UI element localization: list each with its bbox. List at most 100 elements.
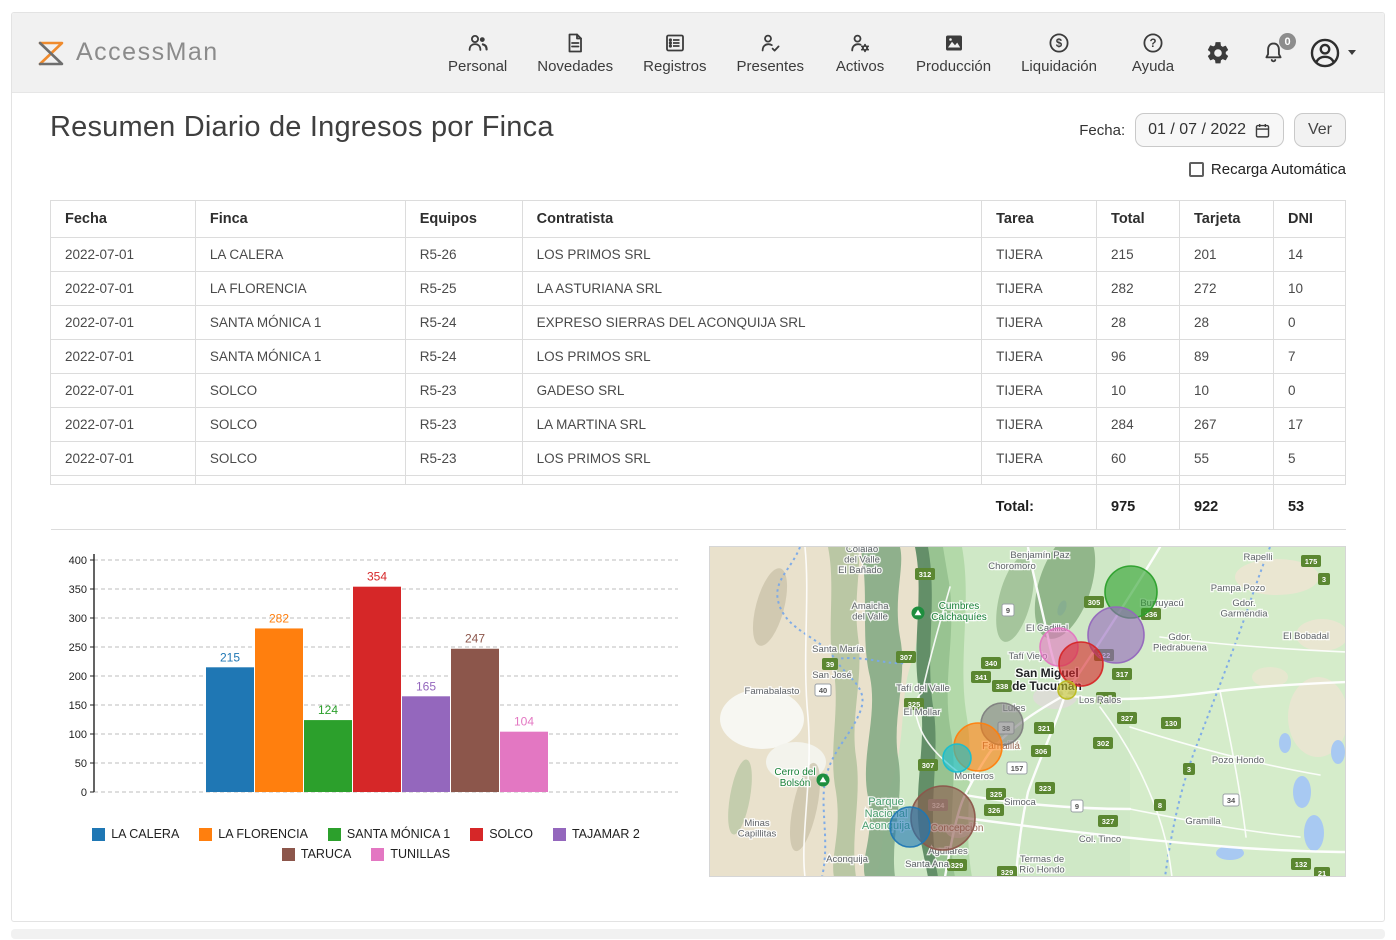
finca-bubble-marker[interactable] [1059, 642, 1103, 686]
svg-text:104: 104 [514, 715, 534, 729]
date-value: 01 / 07 / 2022 [1148, 121, 1246, 139]
autoreload-label: Recarga Automática [1211, 161, 1346, 178]
table-row: 2022-07-01SOLCOR5-23LA MARTINA SRLTIJERA… [51, 408, 1346, 442]
map-place-label: del Valle [844, 555, 880, 566]
finca-bubble-marker[interactable] [890, 807, 930, 847]
chart-legend: LA CALERALA FLORENCIASANTA MÓNICA 1SOLCO… [56, 827, 676, 861]
table-cell: R5-26 [405, 238, 522, 272]
legend-swatch [328, 828, 341, 841]
table-cell: 267 [1180, 408, 1274, 442]
map-place-label: Tafí del Valle [896, 683, 950, 694]
table-cell: R5-25 [405, 272, 522, 306]
nav-label: Activos [836, 58, 884, 75]
view-button[interactable]: Ver [1294, 113, 1346, 147]
nav-item-personal[interactable]: Personal [448, 31, 507, 75]
route-shield: 317 [1112, 668, 1132, 680]
legend-swatch [553, 828, 566, 841]
table-cell: 89 [1180, 340, 1274, 374]
legend-item: SANTA MÓNICA 1 [328, 827, 450, 841]
map-place-label: Bolsón [780, 778, 811, 789]
settings-button[interactable] [1205, 40, 1231, 66]
route-shield: 40 [815, 684, 831, 696]
table-row: 2022-07-01SANTA MÓNICA 1R5-24LOS PRIMOS … [51, 340, 1346, 374]
legend-swatch [470, 828, 483, 841]
hourglass-logo-icon [36, 38, 66, 68]
route-shield: 130 [1161, 717, 1181, 729]
svg-text:50: 50 [75, 758, 87, 770]
route-shield: 307 [896, 651, 916, 663]
table-cell: 284 [1097, 408, 1180, 442]
svg-text:354: 354 [367, 570, 387, 584]
avatar-icon [1308, 36, 1342, 70]
table-cell: EXPRESO SIERRAS DEL ACONQUIJA SRL [522, 306, 981, 340]
table-cell: TIJERA [982, 272, 1097, 306]
table-cell: SOLCO [195, 442, 405, 476]
user-menu[interactable] [1308, 36, 1356, 70]
table-cell: SANTA MÓNICA 1 [195, 340, 405, 374]
legend-swatch [199, 828, 212, 841]
svg-text:325: 325 [990, 790, 1003, 799]
table-row: 2022-07-01LA CALERAR5-26LOS PRIMOS SRLTI… [51, 238, 1346, 272]
question-circle-icon: ? [1141, 31, 1165, 55]
totals-label: Total: [982, 485, 1097, 530]
map-place-label: Aconquija [826, 854, 868, 865]
column-header: Finca [195, 201, 405, 238]
column-header: DNI [1273, 201, 1345, 238]
nav-item-presentes[interactable]: Presentes [737, 31, 805, 75]
nav-label: Liquidación [1021, 58, 1097, 75]
fincas-map[interactable]: 3129305336175330739403403413383173223033… [709, 546, 1346, 877]
map-canvas: 3129305336175330739403403413383173223033… [710, 547, 1346, 877]
svg-text:326: 326 [988, 806, 1001, 815]
svg-text:165: 165 [416, 679, 436, 693]
svg-text:307: 307 [922, 761, 935, 770]
table-cell: SOLCO [195, 374, 405, 408]
route-shield: 306 [1031, 745, 1051, 757]
park-marker-icon[interactable] [817, 774, 830, 787]
map-place-label: Los Ralos [1079, 695, 1121, 706]
svg-text:3: 3 [1322, 575, 1326, 584]
svg-text:132: 132 [1295, 860, 1308, 869]
notifications-button[interactable]: 0 [1261, 40, 1286, 65]
nav-label: Registros [643, 58, 706, 75]
route-shield: 323 [1035, 782, 1055, 794]
table-cell: TIJERA [982, 238, 1097, 272]
autoreload-checkbox[interactable] [1189, 162, 1204, 177]
route-shield: 9 [1071, 800, 1083, 812]
date-label: Fecha: [1079, 122, 1125, 139]
svg-text:150: 150 [69, 700, 87, 712]
table-cell: 2022-07-01 [51, 272, 196, 306]
finca-bubble-marker[interactable] [1058, 681, 1076, 699]
legend-swatch [371, 848, 384, 861]
legend-item: TARUCA [282, 847, 351, 861]
nav-item-novedades[interactable]: Novedades [537, 31, 613, 75]
svg-text:338: 338 [996, 682, 1009, 691]
svg-text:305: 305 [1088, 598, 1101, 607]
table-row: 2022-07-01SOLCOR5-23LOS PRIMOS SRLTIJERA… [51, 442, 1346, 476]
svg-text:327: 327 [1121, 714, 1134, 723]
finca-bubble-marker[interactable] [943, 744, 971, 772]
page: AccessMan Personal Novedades [0, 0, 1396, 940]
table-cell: SANTA MÓNICA 1 [195, 306, 405, 340]
table-cell: 201 [1180, 238, 1274, 272]
nav-item-ayuda[interactable]: ? Ayuda [1127, 31, 1179, 75]
table-cell: LA MARTINA SRL [522, 408, 981, 442]
map-place-label: Pampa Pozo [1211, 583, 1265, 594]
route-shield: 305 [1084, 596, 1104, 608]
nav-item-registros[interactable]: Registros [643, 31, 706, 75]
map-place-label: Piedrabuena [1153, 643, 1208, 654]
svg-text:157: 157 [1011, 764, 1024, 773]
column-header: Tarea [982, 201, 1097, 238]
route-shield: 302 [1093, 737, 1113, 749]
svg-text:327: 327 [1102, 817, 1115, 826]
table-header: FechaFincaEquiposContratistaTareaTotalTa… [51, 201, 1346, 238]
route-shield: 327 [1117, 712, 1137, 724]
park-marker-icon[interactable] [912, 607, 925, 620]
nav-item-produccion[interactable]: Producción [916, 31, 991, 75]
brand-logo[interactable]: AccessMan [36, 38, 219, 68]
table-cell: TIJERA [982, 374, 1097, 408]
table-cell: 2022-07-01 [51, 374, 196, 408]
date-input[interactable]: 01 / 07 / 2022 [1135, 113, 1284, 147]
route-shield: 327 [1098, 815, 1118, 827]
nav-item-activos[interactable]: Activos [834, 31, 886, 75]
nav-item-liquidacion[interactable]: $ Liquidación [1021, 31, 1097, 75]
